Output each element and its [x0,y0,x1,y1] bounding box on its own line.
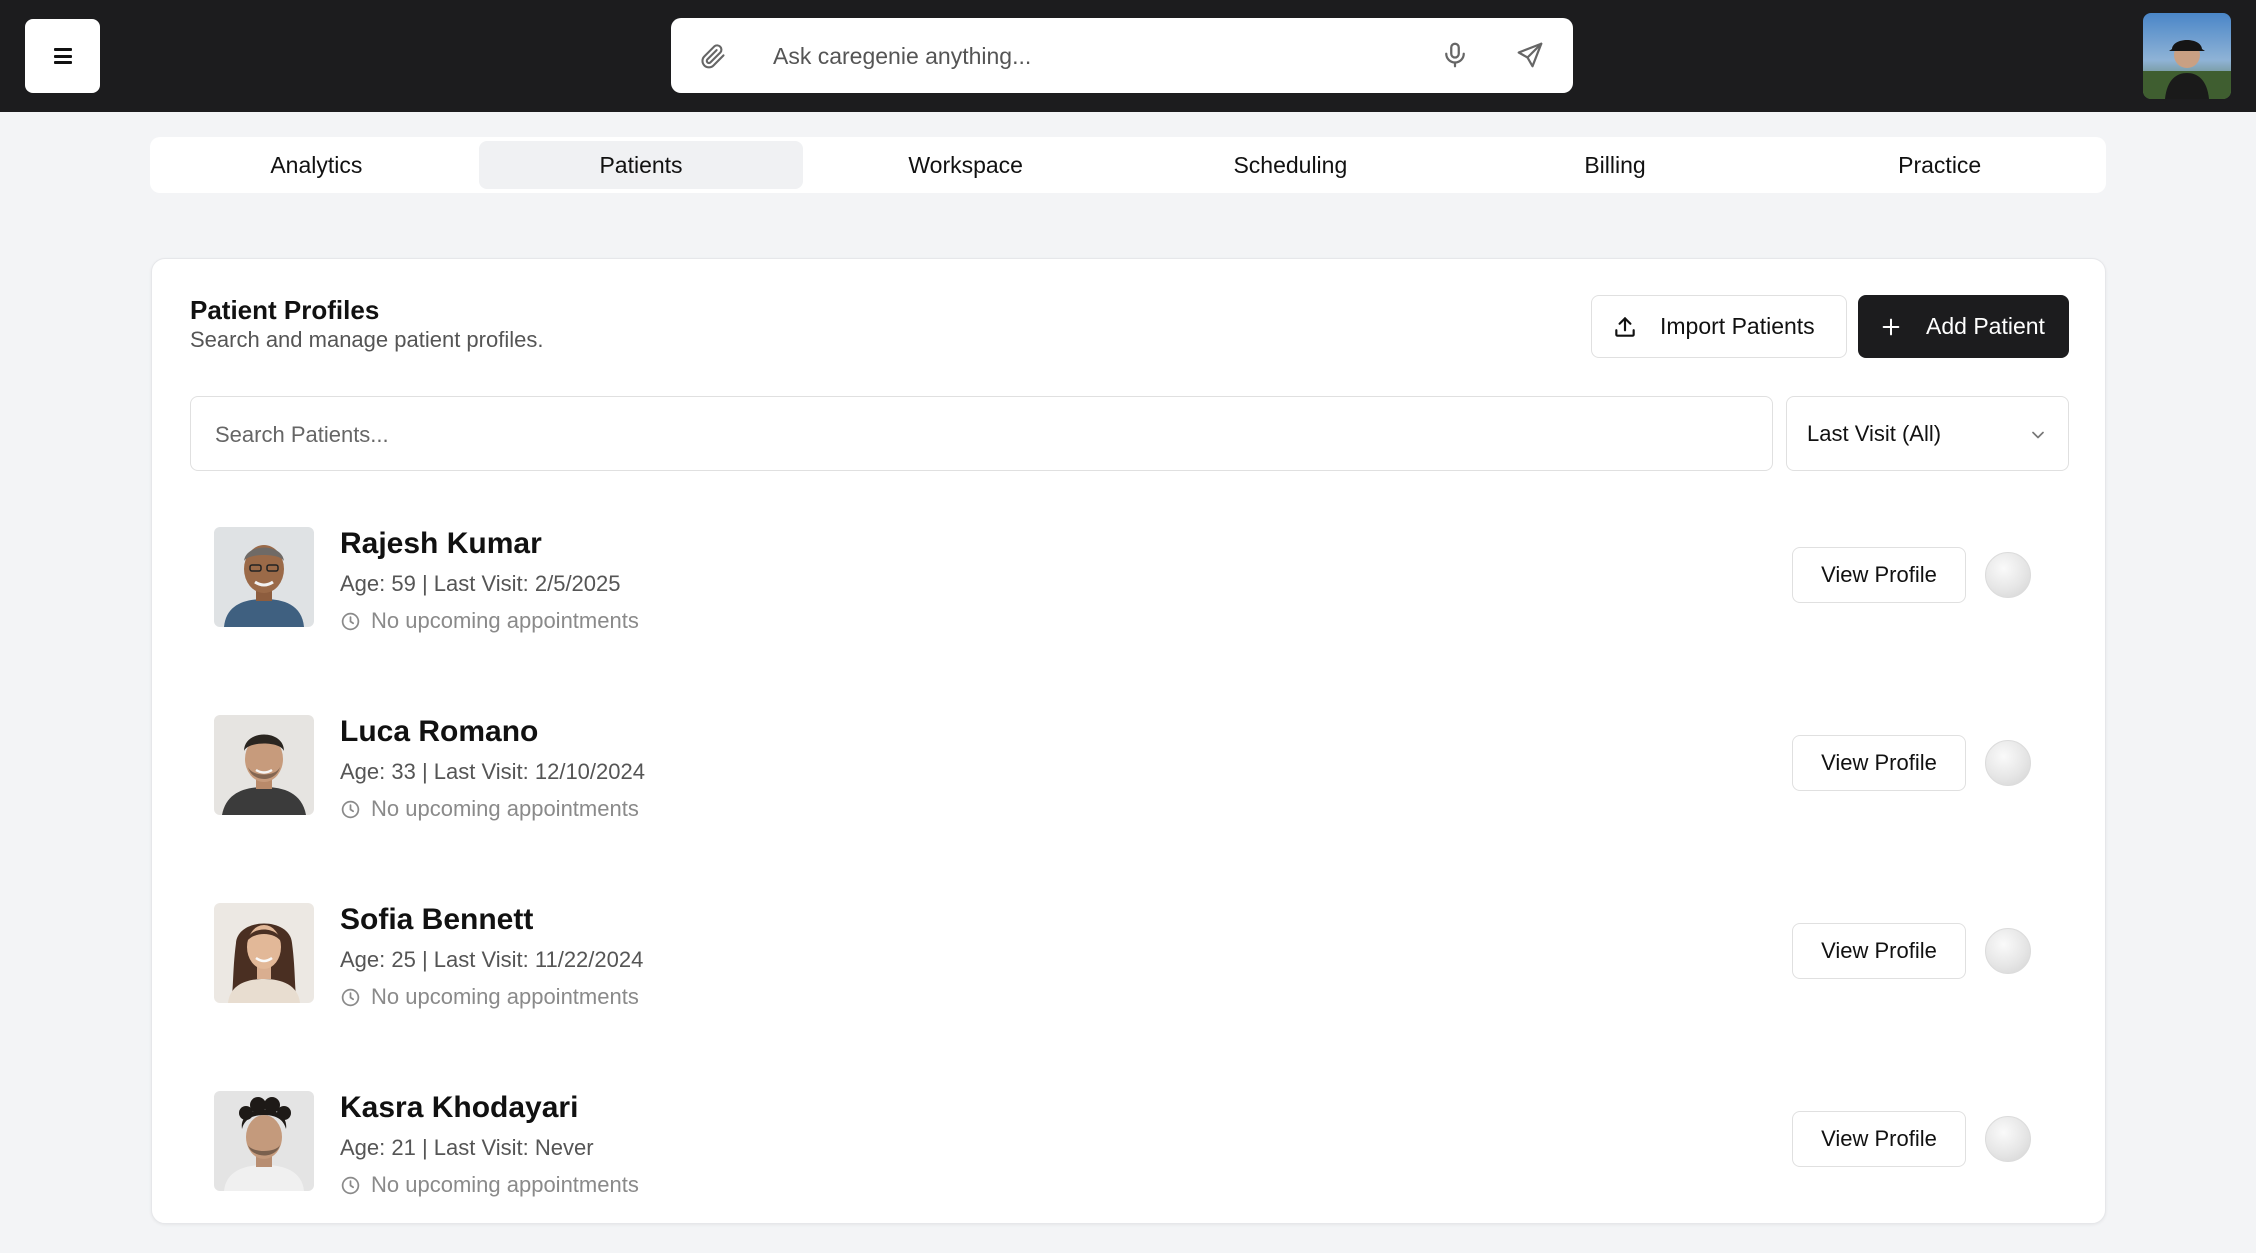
tab-billing[interactable]: Billing [1453,141,1778,189]
menu-button[interactable] [25,19,100,93]
patient-name: Sofia Bennett [340,903,534,936]
send-icon[interactable] [1515,40,1545,70]
patient-meta: Age: 25 | Last Visit: 11/22/2024 [340,947,644,972]
clock-icon [341,612,360,630]
list-item: Kasra Khodayari Age: 21 | Last Visit: Ne… [152,1091,2105,1221]
main-tabs: Analytics Patients Workspace Scheduling … [150,137,2106,193]
patient-avatar [214,1091,314,1191]
user-avatar-image [2143,13,2231,99]
last-visit-filter[interactable]: Last Visit (All) [1786,396,2069,471]
appointments-text: No upcoming appointments [371,796,639,821]
list-item: Sofia Bennett Age: 25 | Last Visit: 11/2… [152,903,2105,1033]
patient-avatar [214,527,314,627]
appointments-text: No upcoming appointments [371,984,639,1009]
status-indicator [1985,928,2031,974]
patient-appointments: No upcoming appointments [340,608,639,634]
menu-icon [53,48,72,64]
status-indicator [1985,740,2031,786]
patient-meta: Age: 33 | Last Visit: 12/10/2024 [340,759,645,784]
search-box [190,396,1773,471]
patient-avatar [214,715,314,815]
patient-name: Rajesh Kumar [340,527,542,560]
tab-analytics[interactable]: Analytics [154,141,479,189]
paperclip-icon[interactable] [699,42,727,70]
view-profile-button[interactable]: View Profile [1792,923,1966,979]
list-item: Luca Romano Age: 33 | Last Visit: 12/10/… [152,715,2105,845]
last-visit-filter-value: Last Visit (All) [1807,420,1942,446]
add-patient-label: Add Patient [1926,313,2045,339]
card-title: Patient Profiles [190,295,380,325]
status-indicator [1985,552,2031,598]
search-input[interactable] [215,415,1715,455]
appointments-text: No upcoming appointments [371,608,639,633]
chevron-down-icon [2032,431,2044,439]
patient-appointments: No upcoming appointments [340,984,639,1010]
card-subtitle: Search and manage patient profiles. [190,327,544,352]
view-profile-button[interactable]: View Profile [1792,547,1966,603]
appointments-text: No upcoming appointments [371,1172,639,1197]
clock-icon [341,1176,360,1194]
patient-name: Luca Romano [340,715,539,748]
patient-name: Kasra Khodayari [340,1091,579,1124]
tab-practice[interactable]: Practice [1777,141,2102,189]
view-profile-button[interactable]: View Profile [1792,1111,1966,1167]
tab-workspace[interactable]: Workspace [803,141,1128,189]
view-profile-button[interactable]: View Profile [1792,735,1966,791]
plus-icon [1882,318,1900,335]
import-patients-button[interactable]: Import Patients [1591,295,1847,358]
ask-bar [671,18,1573,93]
clock-icon [341,988,360,1006]
top-bar [0,0,2256,112]
microphone-icon[interactable] [1440,40,1470,70]
tab-scheduling[interactable]: Scheduling [1128,141,1453,189]
clock-icon [341,800,360,818]
tab-patients[interactable]: Patients [478,141,804,189]
patient-profiles-card: Patient Profiles Search and manage patie… [151,258,2106,1224]
patient-meta: Age: 21 | Last Visit: Never [340,1135,594,1160]
import-patients-label: Import Patients [1660,313,1815,339]
upload-icon [1615,316,1635,337]
patient-avatar [214,903,314,1003]
ask-input[interactable] [773,36,1413,76]
list-item: Rajesh Kumar Age: 59 | Last Visit: 2/5/2… [152,527,2105,657]
patient-meta: Age: 59 | Last Visit: 2/5/2025 [340,571,621,596]
add-patient-button[interactable]: Add Patient [1858,295,2069,358]
patient-appointments: No upcoming appointments [340,1172,639,1198]
status-indicator [1985,1116,2031,1162]
patient-appointments: No upcoming appointments [340,796,639,822]
user-avatar[interactable] [2143,13,2231,99]
